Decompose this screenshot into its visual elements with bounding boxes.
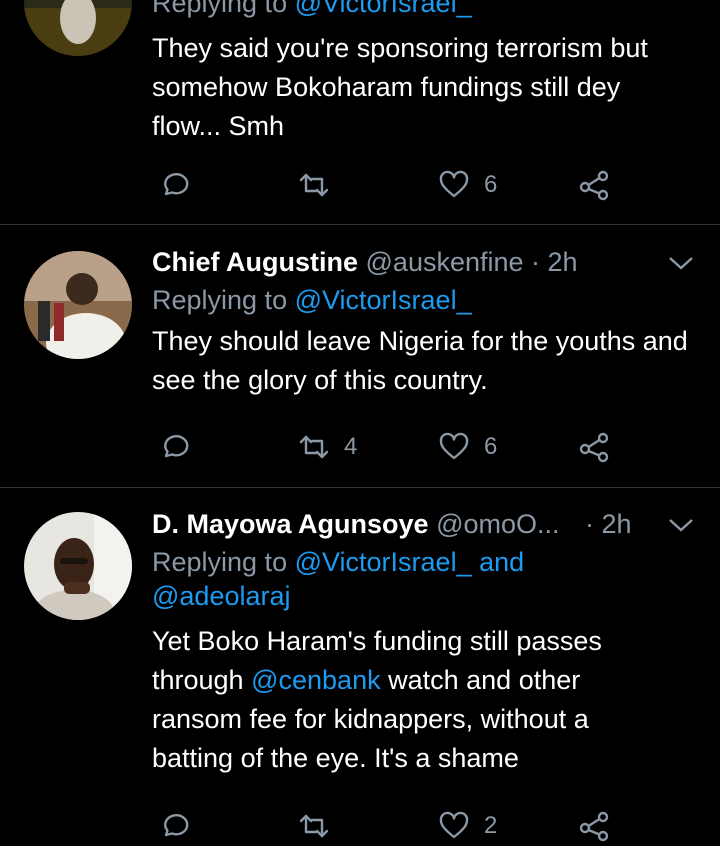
reply-and-link[interactable]: and — [479, 547, 524, 577]
reply-mention-link[interactable]: @VictorIsrael_ — [295, 0, 472, 18]
tweet-header: Chief Augustine @auskenfine · 2h — [152, 245, 700, 279]
replying-prefix: Replying to — [152, 285, 288, 315]
timestamp[interactable]: · 2h — [585, 509, 632, 539]
user-handle[interactable]: @auskenfine — [366, 247, 524, 277]
like-count: 6 — [484, 433, 498, 460]
tweet-text: They should leave Nigeria for the youths… — [152, 326, 688, 395]
retweet-count: 4 — [344, 433, 358, 460]
replying-to: Replying to @VictorIsrael_ — [152, 283, 700, 317]
display-name[interactable]: D. Mayowa Agunsoye — [152, 509, 429, 539]
replying-prefix: Replying to — [152, 0, 288, 18]
retweet-icon — [299, 173, 329, 197]
like-icon — [439, 432, 469, 460]
share-icon — [579, 170, 609, 201]
tweet-1[interactable]: Replying to @VictorIsrael_ They said you… — [0, 0, 720, 224]
reply-icon — [164, 435, 189, 458]
chevron-down-icon[interactable] — [668, 512, 694, 538]
like-button[interactable]: 2 — [438, 806, 497, 846]
reply-mention-link[interactable]: @VictorIsrael_ — [295, 285, 472, 315]
avatar[interactable] — [24, 512, 132, 620]
retweet-button[interactable]: 4 — [298, 427, 357, 467]
avatar[interactable] — [24, 0, 132, 56]
share-button[interactable] — [578, 806, 610, 846]
like-count: 2 — [484, 812, 498, 839]
like-icon — [439, 170, 469, 198]
user-handle[interactable]: @omoO... — [436, 509, 559, 539]
reply-icon — [164, 173, 189, 196]
replying-prefix: Replying to — [152, 547, 288, 577]
retweet-icon — [299, 814, 329, 838]
share-icon — [579, 432, 609, 463]
retweet-button[interactable] — [298, 806, 344, 846]
tweet-text: Yet Boko Haram's funding still passes th… — [152, 622, 672, 778]
like-button[interactable]: 6 — [438, 427, 497, 467]
display-name[interactable]: Chief Augustine — [152, 247, 358, 277]
reply-button[interactable] — [158, 165, 190, 205]
reply-button[interactable] — [158, 806, 190, 846]
reply-button[interactable] — [158, 427, 190, 467]
like-count: 6 — [484, 171, 498, 198]
timestamp[interactable]: · 2h — [531, 247, 578, 277]
like-icon — [439, 811, 469, 839]
retweet-icon — [299, 435, 329, 459]
tweet-header: D. Mayowa Agunsoye @omoO... · 2h — [152, 507, 700, 541]
like-button[interactable]: 6 — [438, 165, 497, 205]
avatar[interactable] — [24, 251, 132, 359]
retweet-button[interactable] — [298, 165, 344, 205]
tweet-text: They said you're sponsoring terrorism bu… — [152, 33, 648, 141]
share-button[interactable] — [578, 427, 610, 467]
share-icon — [579, 811, 609, 842]
reply-mention-link[interactable]: @VictorIsrael_ — [295, 547, 472, 577]
reply-icon — [164, 814, 189, 837]
chevron-down-icon[interactable] — [668, 250, 694, 276]
reply-mention-link-2[interactable]: @adeolaraj — [152, 581, 291, 611]
replying-to: Replying to @VictorIsrael_ — [152, 0, 700, 20]
tweet-3[interactable]: D. Mayowa Agunsoye @omoO... · 2h Replyin… — [0, 488, 720, 846]
tweet-2[interactable]: Chief Augustine @auskenfine · 2h Replyin… — [0, 225, 720, 487]
text-mention-link[interactable]: @cenbank — [251, 665, 381, 695]
replying-to: Replying to @VictorIsrael_ and @adeolara… — [152, 545, 697, 613]
share-button[interactable] — [578, 165, 610, 205]
